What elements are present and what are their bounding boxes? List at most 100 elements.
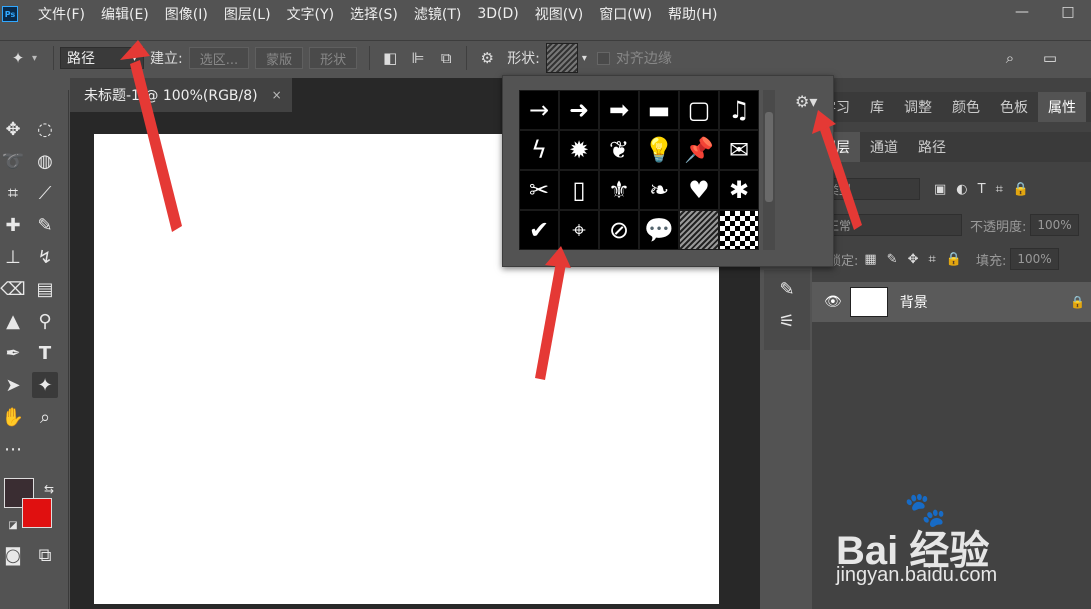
move-tool-icon[interactable]: ✥ bbox=[0, 116, 26, 142]
gear-icon[interactable]: ⚙ bbox=[473, 46, 501, 70]
menu-3d[interactable]: 3D(D) bbox=[477, 6, 518, 22]
opacity-field[interactable]: 100% bbox=[1030, 214, 1079, 236]
shape-cell-music-note[interactable]: ♫ bbox=[720, 91, 758, 129]
shape-cell-checker-tile[interactable] bbox=[720, 211, 758, 249]
default-colors-icon[interactable]: ◪ bbox=[0, 512, 26, 538]
zoom-tool-icon[interactable]: ⌕ bbox=[32, 404, 58, 430]
make-shape-button[interactable]: 形状 bbox=[309, 47, 358, 69]
shape-cell-scissors[interactable]: ✂ bbox=[520, 171, 558, 209]
search-icon[interactable]: ⌕ bbox=[996, 46, 1024, 70]
lasso-tool-icon[interactable]: ➰ bbox=[0, 148, 26, 174]
history-brush-tool-icon[interactable]: ↯ bbox=[32, 244, 58, 270]
custom-shape-tool-icon[interactable]: ✦ bbox=[32, 372, 58, 398]
shape-cell-frame[interactable]: ▢ bbox=[680, 91, 718, 129]
background-color-swatch[interactable] bbox=[22, 498, 52, 528]
menu-type[interactable]: 文字(Y) bbox=[287, 4, 334, 24]
shape-cell-heart[interactable]: ♥ bbox=[680, 171, 718, 209]
shape-cell-puzzle[interactable]: ✱ bbox=[720, 171, 758, 209]
path-alignment-icon[interactable]: ⊫ bbox=[404, 46, 432, 70]
shape-cell-fleur-de-lis[interactable]: ⚜ bbox=[600, 171, 638, 209]
menu-select[interactable]: 选择(S) bbox=[350, 4, 398, 24]
fill-field[interactable]: 100% bbox=[1010, 248, 1059, 270]
shape-cell-lightbulb[interactable]: 💡 bbox=[640, 131, 678, 169]
maximize-button[interactable]: □ bbox=[1045, 0, 1091, 24]
quick-select-tool-icon[interactable]: ◍ bbox=[32, 148, 58, 174]
swap-colors-icon[interactable]: ⇆ bbox=[36, 476, 62, 502]
chevron-down-icon[interactable]: ▾ bbox=[582, 53, 587, 64]
path-arrangement-icon[interactable]: ⧉ bbox=[432, 46, 460, 70]
more-tools-icon[interactable]: ⋯ bbox=[0, 436, 26, 462]
menu-edit[interactable]: 编辑(E) bbox=[101, 4, 149, 24]
gear-icon[interactable]: ⚙▾ bbox=[795, 92, 817, 111]
marquee-tool-icon[interactable]: ◌ bbox=[32, 116, 58, 142]
layer-row-background[interactable]: 👁 背景 🔒 bbox=[812, 282, 1091, 322]
scrollbar-thumb[interactable] bbox=[765, 112, 773, 202]
dodge-tool-icon[interactable]: ⚲ bbox=[32, 308, 58, 334]
document-tab[interactable]: 未标题-1 @ 100%(RGB/8) × bbox=[70, 78, 292, 112]
shape-cell-lightning[interactable]: ϟ bbox=[520, 131, 558, 169]
tab-swatches[interactable]: 色板 bbox=[990, 97, 1038, 117]
quick-mask-icon[interactable]: ◙ bbox=[0, 542, 26, 568]
make-selection-button[interactable]: 选区... bbox=[188, 47, 250, 69]
shape-cell-hatch-tile[interactable] bbox=[680, 211, 718, 249]
picker-scrollbar[interactable] bbox=[763, 90, 775, 250]
custom-shape-tool-icon[interactable]: ✦ bbox=[4, 46, 32, 70]
path-operations-icon[interactable]: ◧ bbox=[376, 46, 404, 70]
healing-brush-tool-icon[interactable]: ✚ bbox=[0, 212, 26, 238]
shape-cell-arrow-bold[interactable]: ➜ bbox=[560, 91, 598, 129]
tab-color[interactable]: 颜色 bbox=[942, 97, 990, 117]
menu-help[interactable]: 帮助(H) bbox=[668, 4, 717, 24]
stamp-tool-icon[interactable]: ⊥ bbox=[0, 244, 26, 270]
pen-tool-icon[interactable]: ✒ bbox=[0, 340, 26, 366]
properties-sliders-icon[interactable]: ⚟ bbox=[774, 308, 800, 334]
blur-tool-icon[interactable]: ▲ bbox=[0, 308, 26, 334]
tool-preset-chevron-icon[interactable]: ▾ bbox=[32, 53, 37, 64]
shape-cell-checkmark[interactable]: ✔ bbox=[520, 211, 558, 249]
shape-cell-arrow-thin[interactable]: → bbox=[520, 91, 558, 129]
shape-cell-starburst[interactable]: ✹ bbox=[560, 131, 598, 169]
menu-window[interactable]: 窗口(W) bbox=[599, 4, 652, 24]
close-icon[interactable]: × bbox=[272, 88, 282, 102]
blend-mode-select[interactable]: 正常 bbox=[820, 214, 962, 236]
eraser-tool-icon[interactable]: ⌫ bbox=[0, 276, 26, 302]
menu-filter[interactable]: 滤镜(T) bbox=[414, 4, 461, 24]
shape-cell-target[interactable]: ⌖ bbox=[560, 211, 598, 249]
menu-layer[interactable]: 图层(L) bbox=[224, 4, 271, 24]
gradient-tool-icon[interactable]: ▤ bbox=[32, 276, 58, 302]
tool-mode-select[interactable]: 路径 ▾ bbox=[60, 47, 145, 69]
shape-cell-ornament[interactable]: ❧ bbox=[640, 171, 678, 209]
crop-tool-icon[interactable]: ⌗ bbox=[0, 180, 26, 206]
eyedropper-tool-icon[interactable]: ⟋ bbox=[32, 180, 58, 206]
shape-cell-no-symbol[interactable]: ⊘ bbox=[600, 211, 638, 249]
shape-cell-speech-bubble[interactable]: 💬 bbox=[640, 211, 678, 249]
tab-libraries[interactable]: 库 bbox=[860, 97, 894, 117]
shape-cell-envelope[interactable]: ✉ bbox=[720, 131, 758, 169]
shape-cell-arrow-heavy[interactable]: ➡ bbox=[600, 91, 638, 129]
shape-cell-grass[interactable]: ❦ bbox=[600, 131, 638, 169]
shape-cell-banner[interactable]: ▬ bbox=[640, 91, 678, 129]
workspace-icon[interactable]: ▭ bbox=[1036, 46, 1064, 70]
screen-mode-icon[interactable]: ⧉ bbox=[32, 542, 58, 568]
align-edges-checkbox[interactable] bbox=[596, 51, 610, 65]
minimize-button[interactable]: — bbox=[999, 0, 1045, 24]
type-tool-icon[interactable]: T bbox=[32, 340, 58, 366]
menu-image[interactable]: 图像(I) bbox=[165, 4, 208, 24]
tab-paths[interactable]: 路径 bbox=[908, 137, 956, 157]
filter-type-select[interactable]: 类型 bbox=[820, 178, 920, 200]
tab-adjustments[interactable]: 调整 bbox=[894, 97, 942, 117]
menu-view[interactable]: 视图(V) bbox=[535, 4, 584, 24]
lock-icons[interactable]: ▦✎✥⌗🔒 bbox=[864, 252, 972, 267]
hand-tool-icon[interactable]: ✋ bbox=[0, 404, 26, 430]
tab-properties[interactable]: 属性 bbox=[1038, 92, 1086, 122]
brush-tool-icon[interactable]: ✎ bbox=[32, 212, 58, 238]
brush-settings-icon[interactable]: ✎ bbox=[774, 276, 800, 302]
eye-icon[interactable]: 👁 bbox=[824, 294, 842, 310]
tab-channels[interactable]: 通道 bbox=[860, 137, 908, 157]
shape-cell-pushpin[interactable]: 📌 bbox=[680, 131, 718, 169]
menu-file[interactable]: 文件(F) bbox=[38, 4, 85, 24]
make-mask-button[interactable]: 蒙版 bbox=[255, 47, 304, 69]
shape-cell-blank-frame[interactable]: ▯ bbox=[560, 171, 598, 209]
shape-swatch[interactable] bbox=[545, 43, 578, 73]
filter-icons[interactable]: ▣◐T⌗🔒 bbox=[934, 182, 1039, 197]
path-selection-tool-icon[interactable]: ➤ bbox=[0, 372, 26, 398]
